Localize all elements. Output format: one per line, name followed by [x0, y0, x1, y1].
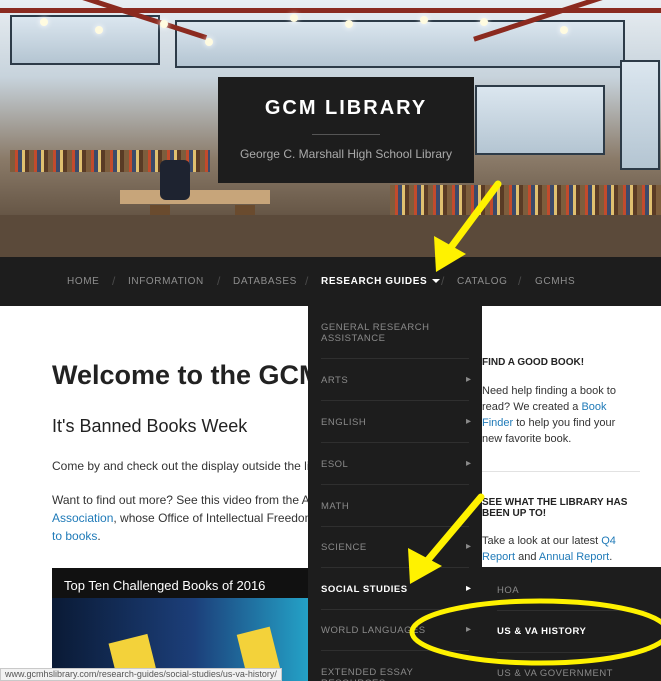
annual-report-link[interactable]: Annual Report [539, 551, 609, 563]
sidebar-text: to help you find your [513, 417, 616, 429]
dropdown-divider [321, 609, 469, 610]
submenu-item-us-va-history[interactable]: US & VA HISTORY [497, 626, 586, 637]
social-studies-submenu: HOA US & VA HISTORY US & VA GOVERNMENT [482, 567, 661, 681]
dropdown-divider [321, 442, 469, 443]
dropdown-item-science[interactable]: SCIENCE [321, 542, 469, 553]
nav-separator: / [305, 274, 309, 288]
research-guides-dropdown: GENERAL RESEARCH ASSISTANCE ARTS ▸ ENGLI… [308, 306, 482, 681]
sidebar-heading-text: SEE WHAT THE LIBRARY HAS [482, 497, 628, 508]
dropdown-divider [321, 567, 469, 568]
chevron-right-icon: ▸ [466, 374, 472, 385]
sidebar-text: new favorite book. [482, 433, 572, 445]
to-books-link[interactable]: to books [52, 529, 97, 543]
dropdown-item-english[interactable]: ENGLISH [321, 417, 469, 428]
dropdown-item-general-research[interactable]: GENERAL RESEARCH ASSISTANCE [321, 322, 469, 344]
dropdown-divider [321, 400, 469, 401]
nav-research-guides-label: RESEARCH GUIDES [321, 276, 428, 287]
chevron-right-icon: ▸ [466, 541, 472, 552]
book-finder-link[interactable]: Book [581, 401, 606, 413]
site-tagline: George C. Marshall High School Library [239, 147, 453, 161]
submenu-item-hoa[interactable]: HOA [497, 585, 519, 596]
sidebar-text: and [515, 551, 539, 563]
nav-research-guides[interactable]: RESEARCH GUIDES [321, 276, 441, 287]
dropdown-item-math[interactable]: MATH [321, 501, 469, 512]
embedded-video[interactable]: Top Ten Challenged Books of 2016 [52, 568, 310, 681]
nav-separator: / [112, 274, 116, 288]
period: . [609, 551, 613, 563]
site-title[interactable]: GCM LIBRARY [218, 97, 474, 120]
main-navigation: HOME / INFORMATION / DATABASES / RESEARC… [0, 257, 661, 306]
chevron-right-icon: ▸ [466, 416, 472, 427]
ala-link[interactable]: Association [52, 511, 113, 525]
post-paragraph-1: Come by and check out the display outsid… [52, 459, 341, 473]
book-finder-link-2[interactable]: Finder [482, 417, 513, 429]
nav-home[interactable]: HOME [67, 276, 99, 287]
dropdown-item-arts[interactable]: ARTS [321, 375, 469, 386]
dropdown-divider [321, 358, 469, 359]
dropdown-item-social-studies[interactable]: SOCIAL STUDIES [321, 584, 469, 595]
dropdown-divider [321, 484, 469, 485]
nav-information[interactable]: INFORMATION [128, 276, 204, 287]
submenu-divider [497, 652, 647, 653]
dropdown-item-esol[interactable]: ESOL [321, 459, 469, 470]
nav-separator: / [217, 274, 221, 288]
q4-report-link[interactable]: Q4 [601, 535, 616, 547]
sidebar-paragraph-find-book: Need help finding a book to read? We cre… [482, 383, 616, 447]
period: . [97, 529, 101, 543]
chevron-right-icon: ▸ [466, 458, 472, 469]
dropdown-item-world-languages[interactable]: WORLD LANGUAGES [321, 625, 469, 636]
dropdown-divider [321, 526, 469, 527]
post-heading: It's Banned Books Week [52, 416, 248, 436]
sidebar-heading-library: SEE WHAT THE LIBRARY HAS BEEN UP TO! [482, 497, 627, 519]
nav-separator: / [518, 274, 522, 288]
submenu-item-us-va-government[interactable]: US & VA GOVERNMENT [497, 668, 613, 679]
sidebar-text: Take a look at our latest [482, 535, 602, 547]
sidebar-text: read? We created a [482, 401, 582, 413]
caret-down-icon [432, 279, 441, 284]
nav-databases[interactable]: DATABASES [233, 276, 297, 287]
sidebar-paragraph-library: Take a look at our latest Q4 Report and … [482, 533, 616, 565]
dropdown-divider [321, 650, 469, 651]
sidebar-text: Need help finding a book to [482, 385, 616, 397]
nav-gcmhs[interactable]: GCMHS [535, 276, 575, 287]
dropdown-item-extended-essay[interactable]: EXTENDED ESSAY RESOURCES [321, 667, 469, 681]
nav-catalog[interactable]: CATALOG [457, 276, 508, 287]
sidebar-heading-find-book: FIND A GOOD BOOK! [482, 357, 585, 368]
site-title-box[interactable]: GCM LIBRARY George C. Marshall High Scho… [218, 77, 474, 183]
title-divider [312, 134, 380, 135]
video-title[interactable]: Top Ten Challenged Books of 2016 [64, 578, 265, 593]
sidebar-divider [482, 471, 640, 472]
nav-separator: / [441, 274, 445, 288]
browser-status-url: www.gcmhslibrary.com/research-guides/soc… [0, 668, 282, 681]
chevron-right-icon: ▸ [466, 624, 472, 635]
chevron-right-icon: ▸ [466, 583, 472, 594]
q4-report-link-2[interactable]: Report [482, 551, 515, 563]
submenu-divider [497, 610, 647, 611]
sidebar-heading-text: BEEN UP TO! [482, 508, 547, 519]
